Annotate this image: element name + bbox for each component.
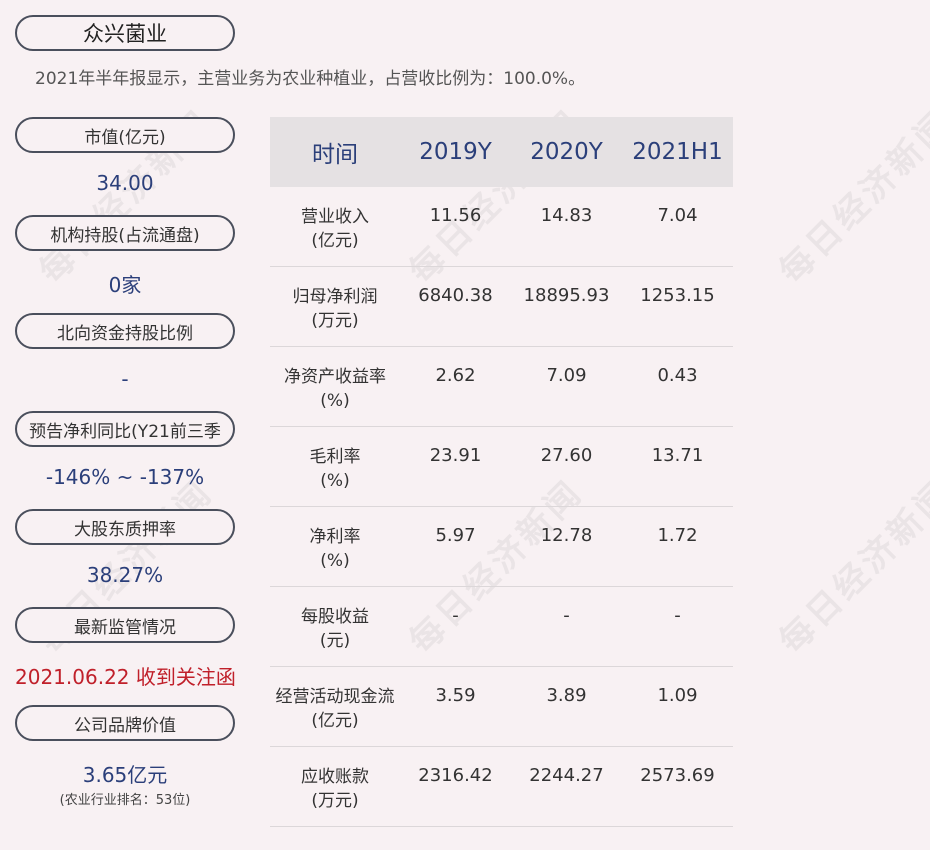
row-label-name: 净利率 (309, 527, 361, 547)
metric-value: 0家 (108, 273, 142, 297)
table-cell: - (674, 605, 681, 626)
table-cell: 1.72 (657, 525, 698, 546)
table-cell: 7.04 (657, 205, 698, 226)
table-cell: 12.78 (540, 525, 593, 546)
row-label-unit: (元) (319, 631, 351, 651)
row-label: 净利率 (%) (270, 507, 400, 573)
watermark: 每日经济新闻 (771, 472, 930, 662)
table-cell: 0.43 (657, 365, 698, 386)
metric-northbound-holding: 北向资金持股比例 - (15, 313, 235, 411)
row-label-unit: (亿元) (311, 711, 359, 731)
metric-label: 公司品牌价值 (15, 705, 235, 741)
table-cell: 14.83 (540, 205, 593, 226)
metric-brand-value: 公司品牌价值 3.65亿元 (农业行业排名：53位) (15, 705, 235, 808)
header-cell: 2021H1 (632, 139, 723, 165)
table-row: 净资产收益率 (%) 2.62 7.09 0.43 (270, 347, 733, 427)
metric-market-cap: 市值(亿元) 34.00 (15, 117, 235, 215)
row-label: 应收账款 (万元) (270, 747, 400, 813)
row-label-name: 归母净利润 (292, 287, 378, 307)
financial-table: 时间 2019Y 2020Y 2021H1 营业收入 (亿元) 11.56 14.83… (270, 117, 733, 827)
table-row: 归母净利润 (万元) 6840.38 18895.93 1253.15 (270, 267, 733, 347)
row-label: 毛利率 (%) (270, 427, 400, 493)
company-name-badge: 众兴菌业 (15, 15, 235, 51)
row-label-unit: (万元) (311, 311, 359, 331)
row-label-name: 每股收益 (301, 607, 369, 627)
metric-institutional-holding: 机构持股(占流通盘) 0家 (15, 215, 235, 313)
row-label-unit: (万元) (311, 791, 359, 811)
row-label: 每股收益 (元) (270, 587, 400, 653)
row-label-name: 经营活动现金流 (275, 687, 395, 707)
metric-label: 机构持股(占流通盘) (15, 215, 235, 251)
metric-value: 38.27% (86, 563, 164, 587)
row-label: 营业收入 (亿元) (270, 187, 400, 253)
metric-pledge-ratio: 大股东质押率 38.27% (15, 509, 235, 607)
table-cell: 3.59 (435, 685, 476, 706)
header-cell: 2019Y (419, 139, 492, 165)
table-row: 净利率 (%) 5.97 12.78 1.72 (270, 507, 733, 587)
table-cell: 7.09 (546, 365, 587, 386)
metric-regulatory-status: 最新监管情况 2021.06.22 收到关注函 (15, 607, 236, 705)
metric-note: (农业行业排名：53位) (59, 793, 191, 808)
metric-profit-forecast: 预告净利同比(Y21前三季 -146% ~ -137% (15, 411, 235, 509)
table-cell: 2.62 (435, 365, 476, 386)
metric-label: 北向资金持股比例 (15, 313, 235, 349)
row-label-unit: (%) (320, 471, 350, 491)
table-cell: 2244.27 (529, 765, 604, 786)
row-label: 经营活动现金流 (亿元) (270, 667, 400, 733)
table-cell: 1.09 (657, 685, 698, 706)
row-label-name: 应收账款 (301, 767, 369, 787)
table-row: 每股收益 (元) - - - (270, 587, 733, 667)
table-cell: 11.56 (429, 205, 482, 226)
table-cell: 1253.15 (640, 285, 715, 306)
row-label-unit: (%) (320, 551, 350, 571)
table-cell: - (452, 605, 459, 626)
table-cell: - (563, 605, 570, 626)
table-cell: 27.60 (540, 445, 593, 466)
row-label-name: 毛利率 (309, 447, 361, 467)
table-row: 营业收入 (亿元) 11.56 14.83 7.04 (270, 187, 733, 267)
row-label-name: 净资产收益率 (284, 367, 386, 387)
table-cell: 2316.42 (418, 765, 493, 786)
metric-label: 最新监管情况 (15, 607, 235, 643)
table-cell: 2573.69 (640, 765, 715, 786)
row-label-name: 营业收入 (301, 207, 369, 227)
table-row: 毛利率 (%) 23.91 27.60 13.71 (270, 427, 733, 507)
table-row: 应收账款 (万元) 2316.42 2244.27 2573.69 (270, 747, 733, 827)
table-cell: 5.97 (435, 525, 476, 546)
table-cell: 3.89 (546, 685, 587, 706)
table-cell: 13.71 (651, 445, 704, 466)
watermark: 每日经济新闻 (771, 102, 930, 292)
metric-value: 3.65亿元 (82, 763, 168, 787)
metric-value: 2021.06.22 收到关注函 (15, 665, 236, 689)
table-cell: 18895.93 (523, 285, 610, 306)
metric-value: -146% ~ -137% (45, 465, 205, 489)
metric-value: 34.00 (96, 171, 154, 195)
table-cell: 6840.38 (418, 285, 493, 306)
header-cell: 时间 (312, 142, 358, 168)
metric-value: - (121, 367, 129, 391)
row-label-unit: (亿元) (311, 231, 359, 251)
table-header: 时间 2019Y 2020Y 2021H1 (270, 117, 733, 187)
business-summary: 2021年半年报显示，主营业务为农业种植业，占营收比例为：100.0%。 (35, 69, 586, 89)
metric-label: 市值(亿元) (15, 117, 235, 153)
table-cell: 23.91 (429, 445, 482, 466)
row-label: 归母净利润 (万元) (270, 267, 400, 333)
key-metrics-panel: 市值(亿元) 34.00 机构持股(占流通盘) 0家 北向资金持股比例 - 预告… (15, 117, 236, 808)
table-row: 经营活动现金流 (亿元) 3.59 3.89 1.09 (270, 667, 733, 747)
row-label: 净资产收益率 (%) (270, 347, 400, 413)
row-label-unit: (%) (320, 391, 350, 411)
header-cell: 2020Y (530, 139, 603, 165)
metric-label: 大股东质押率 (15, 509, 235, 545)
metric-label: 预告净利同比(Y21前三季 (15, 411, 235, 447)
